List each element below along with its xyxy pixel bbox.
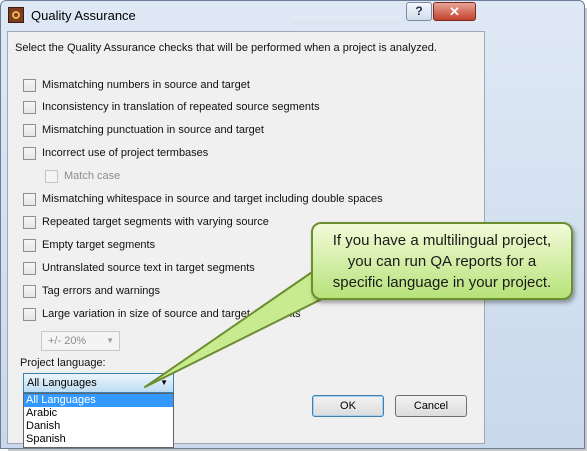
callout-line: you can run QA reports for a [347, 253, 537, 270]
callout-line: If you have a multilingual project, [332, 232, 552, 249]
callout-bubble: If you have a multilingual project, you … [311, 222, 573, 300]
callout-line: specific language in your project. [332, 274, 552, 291]
